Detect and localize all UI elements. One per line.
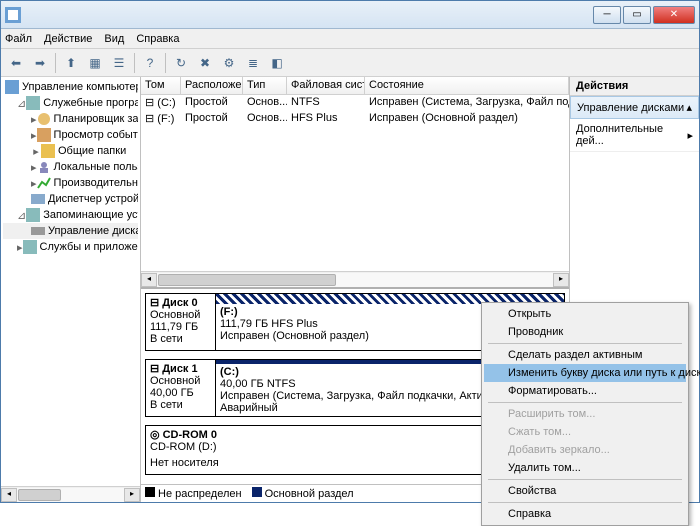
ctx-extend: Расширить том... <box>484 405 686 423</box>
list-scrollbar[interactable]: ◂▸ <box>141 271 569 287</box>
col-volume[interactable]: Том <box>141 77 181 94</box>
tree-scheduler[interactable]: ▸Планировщик заданий <box>3 111 138 127</box>
tree-events[interactable]: ▸Просмотр событий <box>3 127 138 143</box>
actions-more[interactable]: Дополнительные дей...▸ <box>570 119 699 152</box>
ctx-format[interactable]: Форматировать... <box>484 382 686 400</box>
forward-button[interactable]: ➡ <box>29 52 51 74</box>
minimize-button[interactable]: ─ <box>593 6 621 24</box>
ctx-props[interactable]: Свойства <box>484 482 686 500</box>
properties-button[interactable]: ☰ <box>108 52 130 74</box>
volume-list: ⊟ (C:) Простой Основ... NTFS Исправен (С… <box>141 95 569 287</box>
disk-icon: ⊟ <box>150 362 159 375</box>
menu-help[interactable]: Справка <box>136 33 179 45</box>
tree-perf[interactable]: ▸Производительность <box>3 175 138 191</box>
menu-view[interactable]: Вид <box>104 33 124 45</box>
col-state[interactable]: Состояние <box>365 77 569 94</box>
actions-diskmgmt[interactable]: Управление дисками▴ <box>570 96 699 119</box>
context-menu: Открыть Проводник Сделать раздел активны… <box>481 302 689 526</box>
back-button[interactable]: ⬅ <box>5 52 27 74</box>
ctx-open[interactable]: Открыть <box>484 305 686 323</box>
disk-meta[interactable]: ⊟Диск 0 Основной 111,79 ГБ В сети <box>146 294 216 350</box>
disk-icon: ⊟ <box>150 296 159 309</box>
ctx-help[interactable]: Справка <box>484 505 686 523</box>
ctx-delete[interactable]: Удалить том... <box>484 459 686 477</box>
tree-devmgr[interactable]: Диспетчер устройств <box>3 191 138 207</box>
chevron-right-icon: ▸ <box>687 129 693 142</box>
menu-action[interactable]: Действие <box>44 33 92 45</box>
refresh-button[interactable]: ↻ <box>170 52 192 74</box>
show-hide-tree-button[interactable]: ▦ <box>84 52 106 74</box>
app-icon <box>5 7 21 23</box>
up-button[interactable]: ⬆ <box>60 52 82 74</box>
tree-system-tools[interactable]: ⊿Служебные программы <box>3 95 138 111</box>
drive-icon: ⊟ <box>145 97 154 109</box>
ctx-active[interactable]: Сделать раздел активным <box>484 346 686 364</box>
tree-users[interactable]: ▸Локальные пользовате <box>3 159 138 175</box>
ctx-explorer[interactable]: Проводник <box>484 323 686 341</box>
menu-file[interactable]: Файл <box>5 33 32 45</box>
settings-button[interactable]: ⚙ <box>218 52 240 74</box>
ctx-shrink: Сжать том... <box>484 423 686 441</box>
ctx-change-letter[interactable]: Изменить букву диска или путь к диску... <box>484 364 686 382</box>
ctx-mirror: Добавить зеркало... <box>484 441 686 459</box>
help-button[interactable]: ? <box>139 52 161 74</box>
tree-shared[interactable]: ▸Общие папки <box>3 143 138 159</box>
nav-tree: Управление компьютером (л ⊿Служебные про… <box>1 77 141 502</box>
toolbar: ⬅ ➡ ⬆ ▦ ☰ ? ↻ ✖ ⚙ ≣ ◧ <box>1 49 699 77</box>
close-button[interactable]: ✕ <box>653 6 695 24</box>
col-layout[interactable]: Расположе... <box>181 77 243 94</box>
chevron-up-icon: ▴ <box>686 101 692 114</box>
tree-services[interactable]: ▸Службы и приложения <box>3 239 138 255</box>
list-button[interactable]: ≣ <box>242 52 264 74</box>
tree-scrollbar[interactable]: ◂▸ <box>1 486 140 502</box>
drive-icon: ⊟ <box>145 113 154 125</box>
tree-diskmgmt[interactable]: Управление дисками <box>3 223 138 239</box>
col-fs[interactable]: Файловая сист... <box>287 77 365 94</box>
actions-header: Действия <box>570 77 699 96</box>
list-item[interactable]: ⊟ (C:) Простой Основ... NTFS Исправен (С… <box>141 95 569 111</box>
col-type[interactable]: Тип <box>243 77 287 94</box>
list-item[interactable]: ⊟ (F:) Простой Основ... HFS Plus Исправе… <box>141 111 569 127</box>
tree-storage[interactable]: ⊿Запоминающие устройст <box>3 207 138 223</box>
menubar: Файл Действие Вид Справка <box>1 29 699 49</box>
volume-list-header: Том Расположе... Тип Файловая сист... Со… <box>141 77 569 95</box>
tree-root[interactable]: Управление компьютером (л <box>3 79 138 95</box>
extra-button[interactable]: ◧ <box>266 52 288 74</box>
delete-button[interactable]: ✖ <box>194 52 216 74</box>
maximize-button[interactable]: ▭ <box>623 6 651 24</box>
titlebar[interactable]: ─ ▭ ✕ <box>1 1 699 29</box>
cdrom-icon: ◎ <box>150 428 160 441</box>
disk-meta[interactable]: ⊟Диск 1 Основной 40,00 ГБ В сети <box>146 360 216 416</box>
